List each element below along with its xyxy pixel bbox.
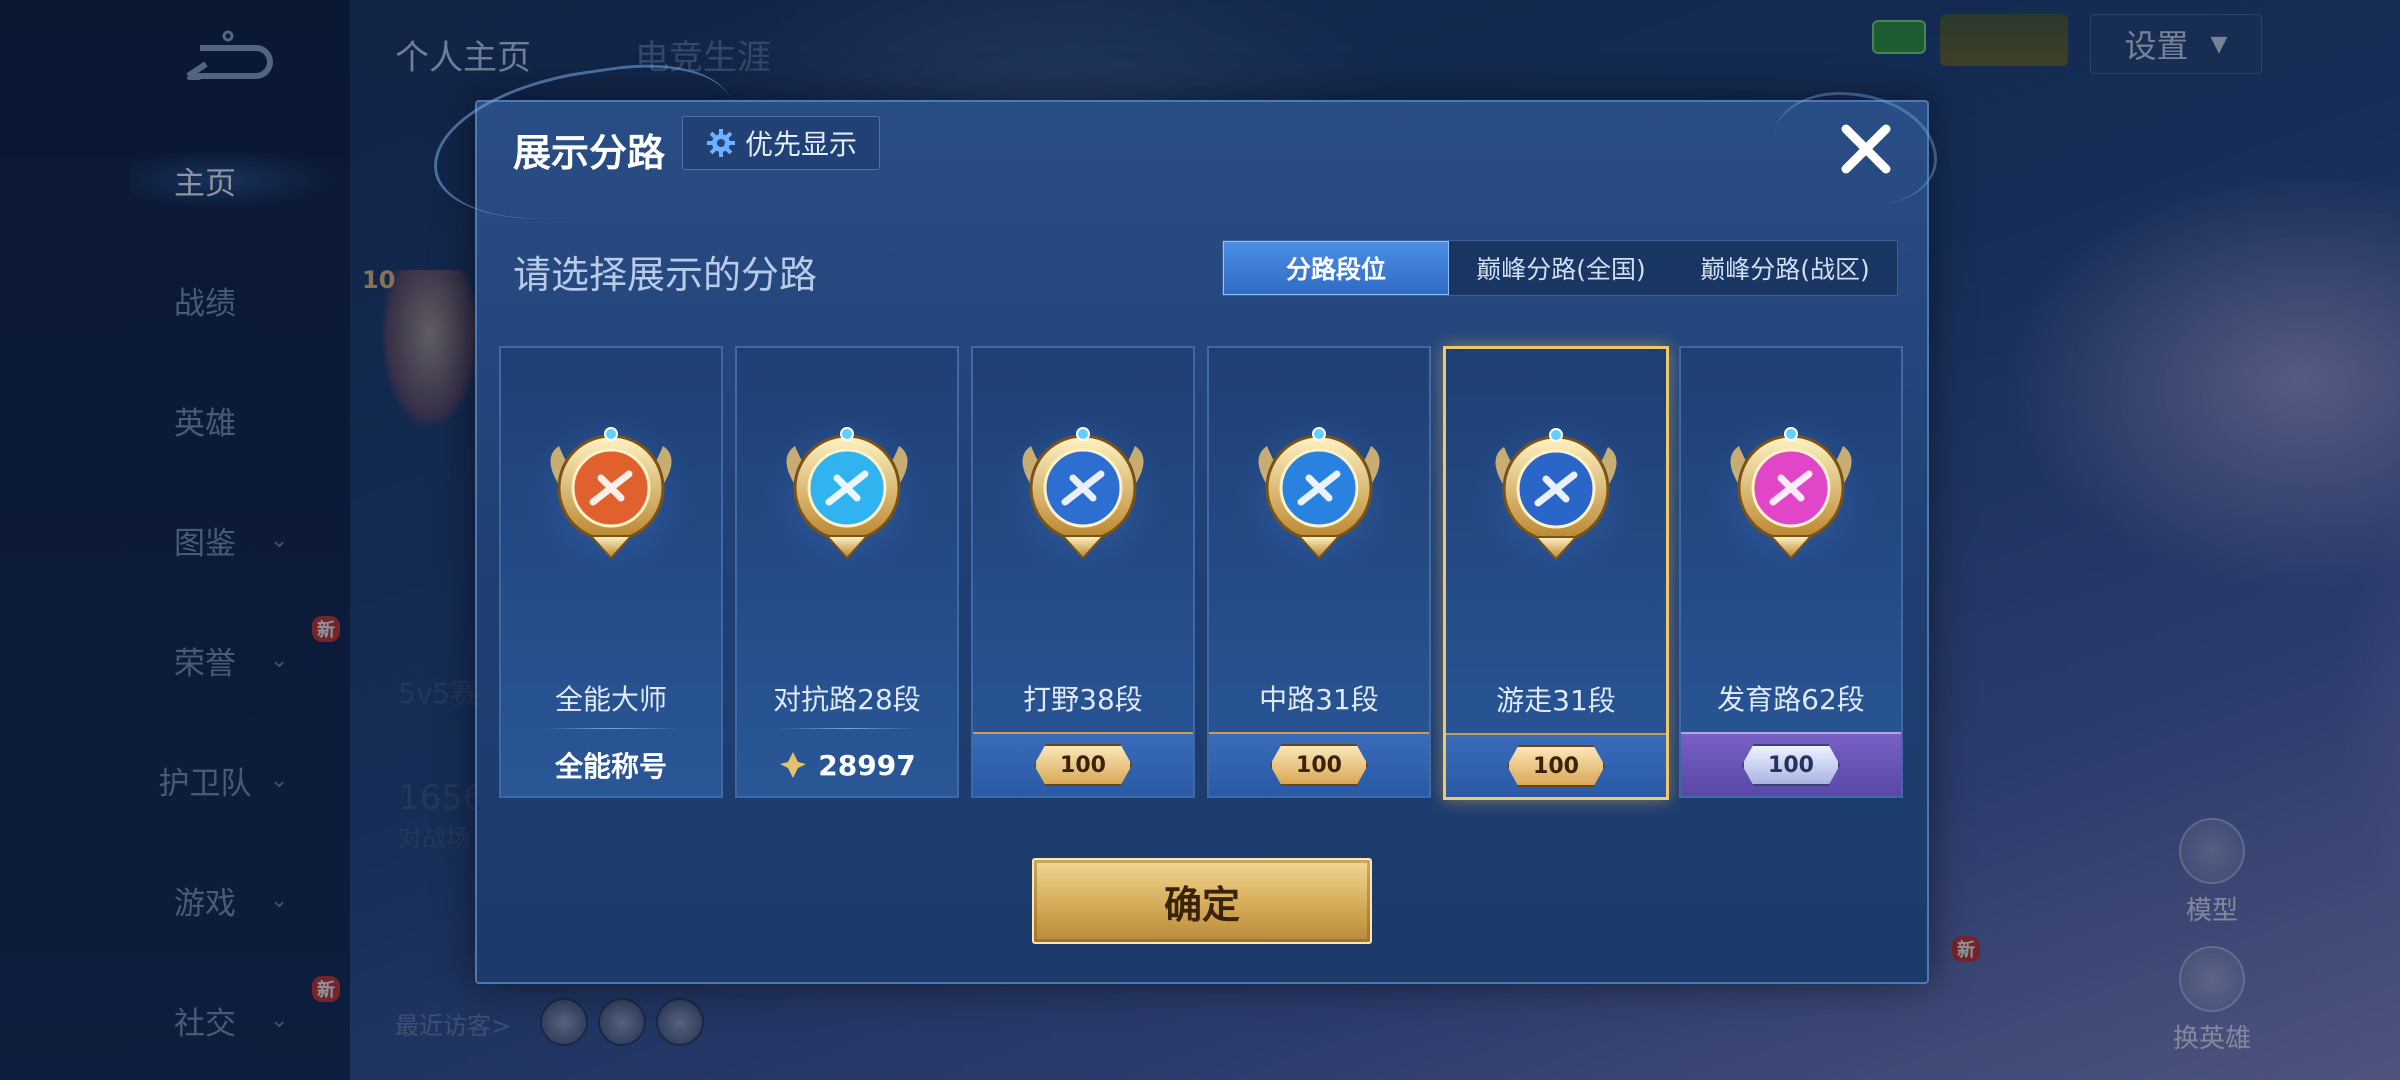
lane-rank-label: 中路31段: [1259, 683, 1379, 716]
tab-lane-type[interactable]: 分路段位: [1223, 241, 1449, 295]
lane-card[interactable]: 对抗路28段 28997: [735, 346, 959, 798]
lane-rank-label: 打野38段: [1023, 683, 1143, 716]
confirm-label: 确定: [1163, 882, 1240, 927]
lane-card-list: 全能大师 全能称号 对抗路28段 28997 打野38段 100 中路31段 100 游走31段…: [499, 346, 1909, 800]
close-button[interactable]: [1831, 114, 1901, 184]
lane-card[interactable]: 中路31段 100: [1207, 346, 1431, 798]
peak-score-icon: [780, 752, 807, 778]
confirm-button[interactable]: 确定: [1032, 858, 1372, 944]
lane-rank-label: 游走31段: [1496, 684, 1616, 717]
level-ribbon: 100: [973, 732, 1193, 796]
clash-lane-emblem-icon: [777, 418, 917, 568]
lane-card[interactable]: 发育路62段 100: [1679, 346, 1903, 798]
score-footer: 28997: [737, 734, 957, 796]
lane-card[interactable]: 打野38段 100: [971, 346, 1195, 798]
level-badge: 100: [1270, 744, 1368, 786]
lane-rank-label: 发育路62段: [1717, 683, 1865, 716]
level-ribbon: 100: [1446, 733, 1666, 797]
lane-rank-label: 全能大师: [554, 683, 667, 716]
level-badge: 100: [1507, 745, 1605, 787]
tab-lane-type[interactable]: 巅峰分路(全国): [1449, 241, 1673, 295]
level-badge: 100: [1034, 744, 1132, 786]
dialog-title: 展示分路: [513, 131, 666, 175]
score-value: 28997: [818, 748, 916, 782]
title-label: 全能称号: [554, 750, 667, 783]
level-badge: 100: [1742, 744, 1840, 786]
priority-display-label: 优先显示: [744, 128, 857, 161]
jungle-emblem-icon: [1013, 418, 1153, 568]
score-value-group: 28997: [778, 748, 916, 782]
level-ribbon: 100: [1681, 732, 1901, 796]
title-footer: 全能称号: [501, 734, 721, 796]
close-icon: [1841, 124, 1891, 174]
divider: [777, 728, 917, 729]
dialog-subtitle: 请选择展示的分路: [513, 253, 818, 297]
lane-type-tabs: 分路段位 巅峰分路(全国) 巅峰分路(战区): [1222, 240, 1898, 296]
lane-card[interactable]: 游走31段 100: [1443, 346, 1669, 800]
roam-emblem-icon: [1486, 419, 1626, 569]
gear-icon: [706, 129, 735, 157]
priority-display-button[interactable]: 优先显示: [682, 116, 880, 170]
divider: [541, 728, 681, 729]
lane-card[interactable]: 全能大师 全能称号: [499, 346, 723, 798]
display-lane-dialog: 展示分路 优先显示 请选择展示的分路 分路段位 巅峰分路(全国) 巅峰分路(战区) …: [423, 51, 1937, 984]
farm-lane-emblem-icon: [1721, 418, 1861, 568]
mid-lane-emblem-icon: [1249, 418, 1389, 568]
all-round-master-emblem-icon: [541, 418, 681, 568]
lane-rank-label: 对抗路28段: [773, 683, 921, 716]
tab-lane-type[interactable]: 巅峰分路(战区): [1673, 241, 1897, 295]
level-ribbon: 100: [1209, 732, 1429, 796]
